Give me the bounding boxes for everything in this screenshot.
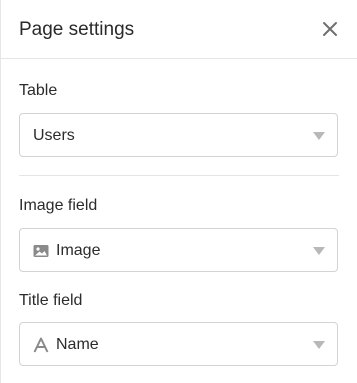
close-icon[interactable] xyxy=(322,21,338,37)
image-icon xyxy=(33,243,49,259)
image-field-select[interactable]: Image xyxy=(19,228,338,272)
table-select-value: Users xyxy=(33,127,75,144)
title-field-select-value: Name xyxy=(56,336,99,353)
image-field-label: Image field xyxy=(19,197,98,214)
chevron-down-icon xyxy=(313,132,325,140)
panel-title: Page settings xyxy=(19,19,135,40)
panel-header: Page settings xyxy=(1,0,357,59)
section-divider xyxy=(19,175,339,176)
table-label: Table xyxy=(19,82,58,99)
title-field-select[interactable]: Name xyxy=(19,322,338,366)
page-settings-panel: Page settings Table Users Image field Im… xyxy=(0,0,357,383)
chevron-down-icon xyxy=(313,247,325,255)
image-field-select-value: Image xyxy=(56,242,101,259)
title-field-label: Title field xyxy=(19,292,83,309)
text-field-icon xyxy=(33,337,49,353)
chevron-down-icon xyxy=(313,341,325,349)
table-select[interactable]: Users xyxy=(19,113,338,157)
